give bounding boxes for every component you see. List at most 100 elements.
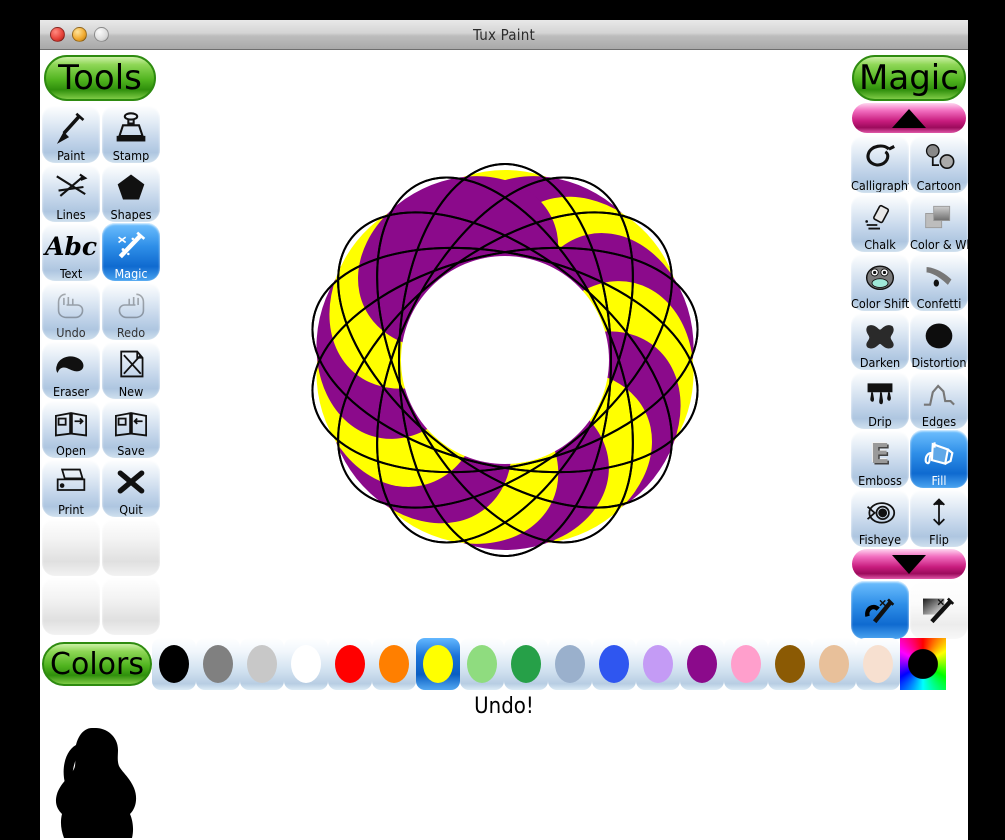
- magic-button-label: Darken: [859, 356, 901, 369]
- color-blob: [423, 645, 453, 683]
- open-book-icon: [42, 400, 100, 444]
- color-blob: [599, 645, 629, 683]
- empty-slot: [102, 518, 160, 575]
- color-swatch-green[interactable]: [504, 638, 548, 690]
- magic-button-color-shift[interactable]: Color Shift: [851, 253, 909, 311]
- fisheye-icon: [851, 489, 909, 533]
- magic-panel: Magic Calligraphy Cartoon Chalk Color & …: [850, 50, 968, 639]
- tool-button-label: Stamp: [112, 149, 150, 162]
- color-swatch-color-picker[interactable]: [900, 638, 946, 690]
- tool-button-label: Print: [58, 503, 84, 516]
- magic-button-label: Cartoon: [916, 179, 962, 192]
- tools-panel: Tools Paint Stamp Lines Shapes Abc Text Mag…: [40, 50, 160, 635]
- tool-button-label: Open: [55, 444, 87, 457]
- paintbrush-icon: [42, 105, 100, 149]
- tool-button-text[interactable]: Abc Text: [42, 223, 100, 281]
- magic-extra-button-1-empty[interactable]: [910, 581, 968, 639]
- tool-button-magic[interactable]: Magic: [102, 223, 160, 281]
- tool-button-lines[interactable]: Lines: [42, 164, 100, 222]
- color-swatch-dark-grey[interactable]: [196, 638, 240, 690]
- magic-button-label: Flip: [929, 533, 949, 546]
- tool-button-redo[interactable]: Redo: [102, 282, 160, 340]
- color-blob: [467, 645, 497, 683]
- color-swatch-light-green[interactable]: [460, 638, 504, 690]
- magic-button-confetti[interactable]: Confetti: [910, 253, 968, 311]
- distortion-icon: [910, 312, 968, 356]
- magic-button-drip[interactable]: Drip: [851, 371, 909, 429]
- color-swatch-cream[interactable]: [856, 638, 900, 690]
- tux-paint-window: Tux Paint Tools Paint Stamp Lines Shapes A…: [40, 20, 968, 840]
- magic-button-edges[interactable]: Edges: [910, 371, 968, 429]
- color-swatch-brown[interactable]: [768, 638, 812, 690]
- scroll-up-arrow-button[interactable]: [852, 103, 966, 133]
- printer-icon: [42, 459, 100, 503]
- color-swatch-red[interactable]: [328, 638, 372, 690]
- drip-icon: [851, 371, 909, 415]
- color-swatch-slate-blue[interactable]: [548, 638, 592, 690]
- rosette-center-hole: [401, 256, 609, 464]
- tool-button-print[interactable]: Print: [42, 459, 100, 517]
- status-area: Undo!: [40, 690, 968, 840]
- color-swatch-light-grey[interactable]: [240, 638, 284, 690]
- color-swatch-purple[interactable]: [680, 638, 724, 690]
- tool-button-empty: [102, 577, 160, 635]
- emboss-icon: E: [870, 436, 890, 470]
- magic-button-fill[interactable]: Fill: [910, 430, 968, 488]
- tool-button-undo[interactable]: Undo: [42, 282, 100, 340]
- magic-button-color-white[interactable]: Color & White: [910, 194, 968, 252]
- color-blob: [335, 645, 365, 683]
- colors-heading: Colors: [42, 642, 152, 686]
- flip-icon: [910, 489, 968, 533]
- tool-button-new[interactable]: New: [102, 341, 160, 399]
- magic-extra-button-0-empty[interactable]: [851, 581, 909, 639]
- tool-button-paint[interactable]: Paint: [42, 105, 100, 163]
- magic-extra-grid: [851, 581, 968, 639]
- color-swatch-lavender[interactable]: [636, 638, 680, 690]
- empty-slot: [42, 518, 100, 575]
- magic-button-distortion[interactable]: Distortion: [910, 312, 968, 370]
- tool-button-label: New: [118, 385, 144, 398]
- color-swatch-pink[interactable]: [724, 638, 768, 690]
- spirograph-artwork: [311, 163, 699, 557]
- magic-button-fisheye[interactable]: Fisheye: [851, 489, 909, 547]
- magic-button-label: Chalk: [864, 238, 896, 251]
- magic-button-flip[interactable]: Flip: [910, 489, 968, 547]
- tool-button-shapes[interactable]: Shapes: [102, 164, 160, 222]
- magic-button-label: Calligraphy: [851, 179, 909, 192]
- magic-button-label: Drip: [868, 415, 892, 428]
- magic-button-calligraphy[interactable]: Calligraphy: [851, 135, 909, 193]
- tool-button-eraser[interactable]: Eraser: [42, 341, 100, 399]
- window-title: Tux Paint: [473, 25, 535, 44]
- paint-magic-blue-icon: [851, 581, 909, 638]
- color-swatch-orange[interactable]: [372, 638, 416, 690]
- tool-button-label: Eraser: [52, 385, 90, 398]
- tools-heading: Tools: [44, 55, 156, 101]
- tool-button-empty: [102, 518, 160, 576]
- magic-button-emboss[interactable]: E Emboss: [851, 430, 909, 488]
- color-blob: [687, 645, 717, 683]
- undo-hand-icon: [42, 282, 100, 326]
- magic-button-label: Fisheye: [858, 533, 902, 546]
- color-swatch-list: [152, 638, 946, 690]
- tool-button-label: Save: [117, 444, 145, 457]
- color-swatch-blue[interactable]: [592, 638, 636, 690]
- scroll-down-arrow-button[interactable]: [852, 549, 966, 579]
- tool-button-open[interactable]: Open: [42, 400, 100, 458]
- save-book-icon: [102, 400, 160, 444]
- tool-button-quit[interactable]: Quit: [102, 459, 160, 517]
- color-swatch-black[interactable]: [152, 638, 196, 690]
- color-swatch-yellow[interactable]: [416, 638, 460, 690]
- tool-button-save[interactable]: Save: [102, 400, 160, 458]
- magic-button-cartoon[interactable]: Cartoon: [910, 135, 968, 193]
- magic-button-chalk[interactable]: Chalk: [851, 194, 909, 252]
- drawing-canvas[interactable]: [160, 80, 850, 640]
- chevron-up-icon: [892, 108, 926, 128]
- tool-button-label: Lines: [56, 208, 86, 221]
- color-swatch-white[interactable]: [284, 638, 328, 690]
- color-blob: [511, 645, 541, 683]
- tool-button-stamp[interactable]: Stamp: [102, 105, 160, 163]
- magic-button-label: Confetti: [916, 297, 962, 310]
- tool-button-empty: [42, 577, 100, 635]
- magic-button-darken[interactable]: Darken: [851, 312, 909, 370]
- color-swatch-tan[interactable]: [812, 638, 856, 690]
